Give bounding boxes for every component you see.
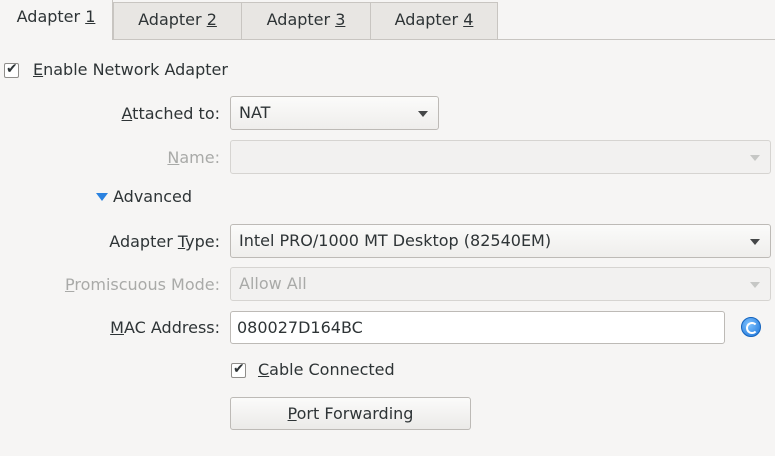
adapter-type-label-text: Adapter xyxy=(109,232,178,251)
expander-triangle-icon[interactable] xyxy=(96,193,108,201)
port-forwarding-button[interactable]: Port Forwarding xyxy=(230,397,471,430)
refresh-icon[interactable] xyxy=(741,317,761,337)
tab-label: Adapter xyxy=(138,10,207,29)
tab-label: Adapter xyxy=(16,7,86,26)
advanced-expander-label[interactable]: Advanced xyxy=(113,187,192,206)
tab-adapter-4[interactable]: Adapter 4 xyxy=(370,2,498,39)
tab-mnemonic: 1 xyxy=(85,7,96,26)
tab-mnemonic: 3 xyxy=(335,10,346,29)
mac-address-value: 080027D164BC xyxy=(237,318,363,337)
chevron-down-icon xyxy=(750,239,760,245)
mac-mnemonic: M xyxy=(110,318,124,337)
advanced-label-text-rest: vanced xyxy=(133,187,193,206)
cable-connected-label[interactable]: Cable Connected xyxy=(258,360,395,379)
chevron-down-icon xyxy=(750,155,760,161)
enable-adapter-checkbox[interactable] xyxy=(4,61,19,78)
promiscuous-label-text: romiscuous Mode: xyxy=(74,275,220,294)
enable-mnemonic: E xyxy=(33,60,44,79)
promiscuous-mnemonic: P xyxy=(64,275,75,294)
chevron-down-icon xyxy=(750,282,760,288)
tab-mnemonic: 2 xyxy=(206,10,217,29)
attached-to-label: Attached to: xyxy=(122,104,221,123)
attached-to-value: NAT xyxy=(239,103,271,122)
name-label-text: ame: xyxy=(179,148,220,167)
mac-address-input[interactable]: 080027D164BC xyxy=(230,311,725,344)
adapter-type-value: Intel PRO/1000 MT Desktop (82540EM) xyxy=(239,231,552,250)
name-label: Name: xyxy=(167,148,220,167)
attached-label-text: ttached to: xyxy=(132,104,220,123)
cable-mnemonic: C xyxy=(258,360,270,379)
tab-label: Adapter xyxy=(266,10,336,29)
attached-to-dropdown[interactable]: NAT xyxy=(230,96,439,130)
enable-adapter-label[interactable]: Enable Network Adapter xyxy=(33,60,228,79)
mac-label-text: AC Address: xyxy=(123,318,220,337)
promiscuous-mode-value: Allow All xyxy=(239,274,307,293)
promiscuous-mode-dropdown: Allow All xyxy=(230,267,771,301)
enable-label-text: nable Network Adapter xyxy=(43,60,228,79)
port-forwarding-label: ort Forwarding xyxy=(296,404,414,423)
attached-mnemonic: A xyxy=(121,104,133,123)
tab-bar: Adapter 1 Adapter 2 Adapter 3 Adapter 4 xyxy=(0,0,775,40)
adapter-type-label: Adapter Type: xyxy=(109,232,220,251)
tab-adapter-3[interactable]: Adapter 3 xyxy=(241,2,371,39)
advanced-mnemonic: d xyxy=(123,187,134,206)
tab-adapter-2[interactable]: Adapter 2 xyxy=(113,2,242,39)
tab-adapter-1[interactable]: Adapter 1 xyxy=(0,0,113,40)
cable-label-text: able Connected xyxy=(269,360,395,379)
cable-connected-checkbox[interactable] xyxy=(231,361,246,378)
name-dropdown xyxy=(230,140,771,174)
mac-address-label: MAC Address: xyxy=(110,318,220,337)
tab-mnemonic: 4 xyxy=(463,10,474,29)
adapter-type-label-text-rest: ype: xyxy=(185,232,220,251)
port-forwarding-mnemonic: P xyxy=(287,404,297,423)
adapter-type-dropdown[interactable]: Intel PRO/1000 MT Desktop (82540EM) xyxy=(230,224,771,258)
advanced-label-text: A xyxy=(113,187,124,206)
tab-divider xyxy=(0,39,775,40)
promiscuous-mode-label: Promiscuous Mode: xyxy=(65,275,220,294)
chevron-down-icon xyxy=(418,111,428,117)
tab-label: Adapter xyxy=(394,10,464,29)
name-mnemonic: N xyxy=(167,148,180,167)
